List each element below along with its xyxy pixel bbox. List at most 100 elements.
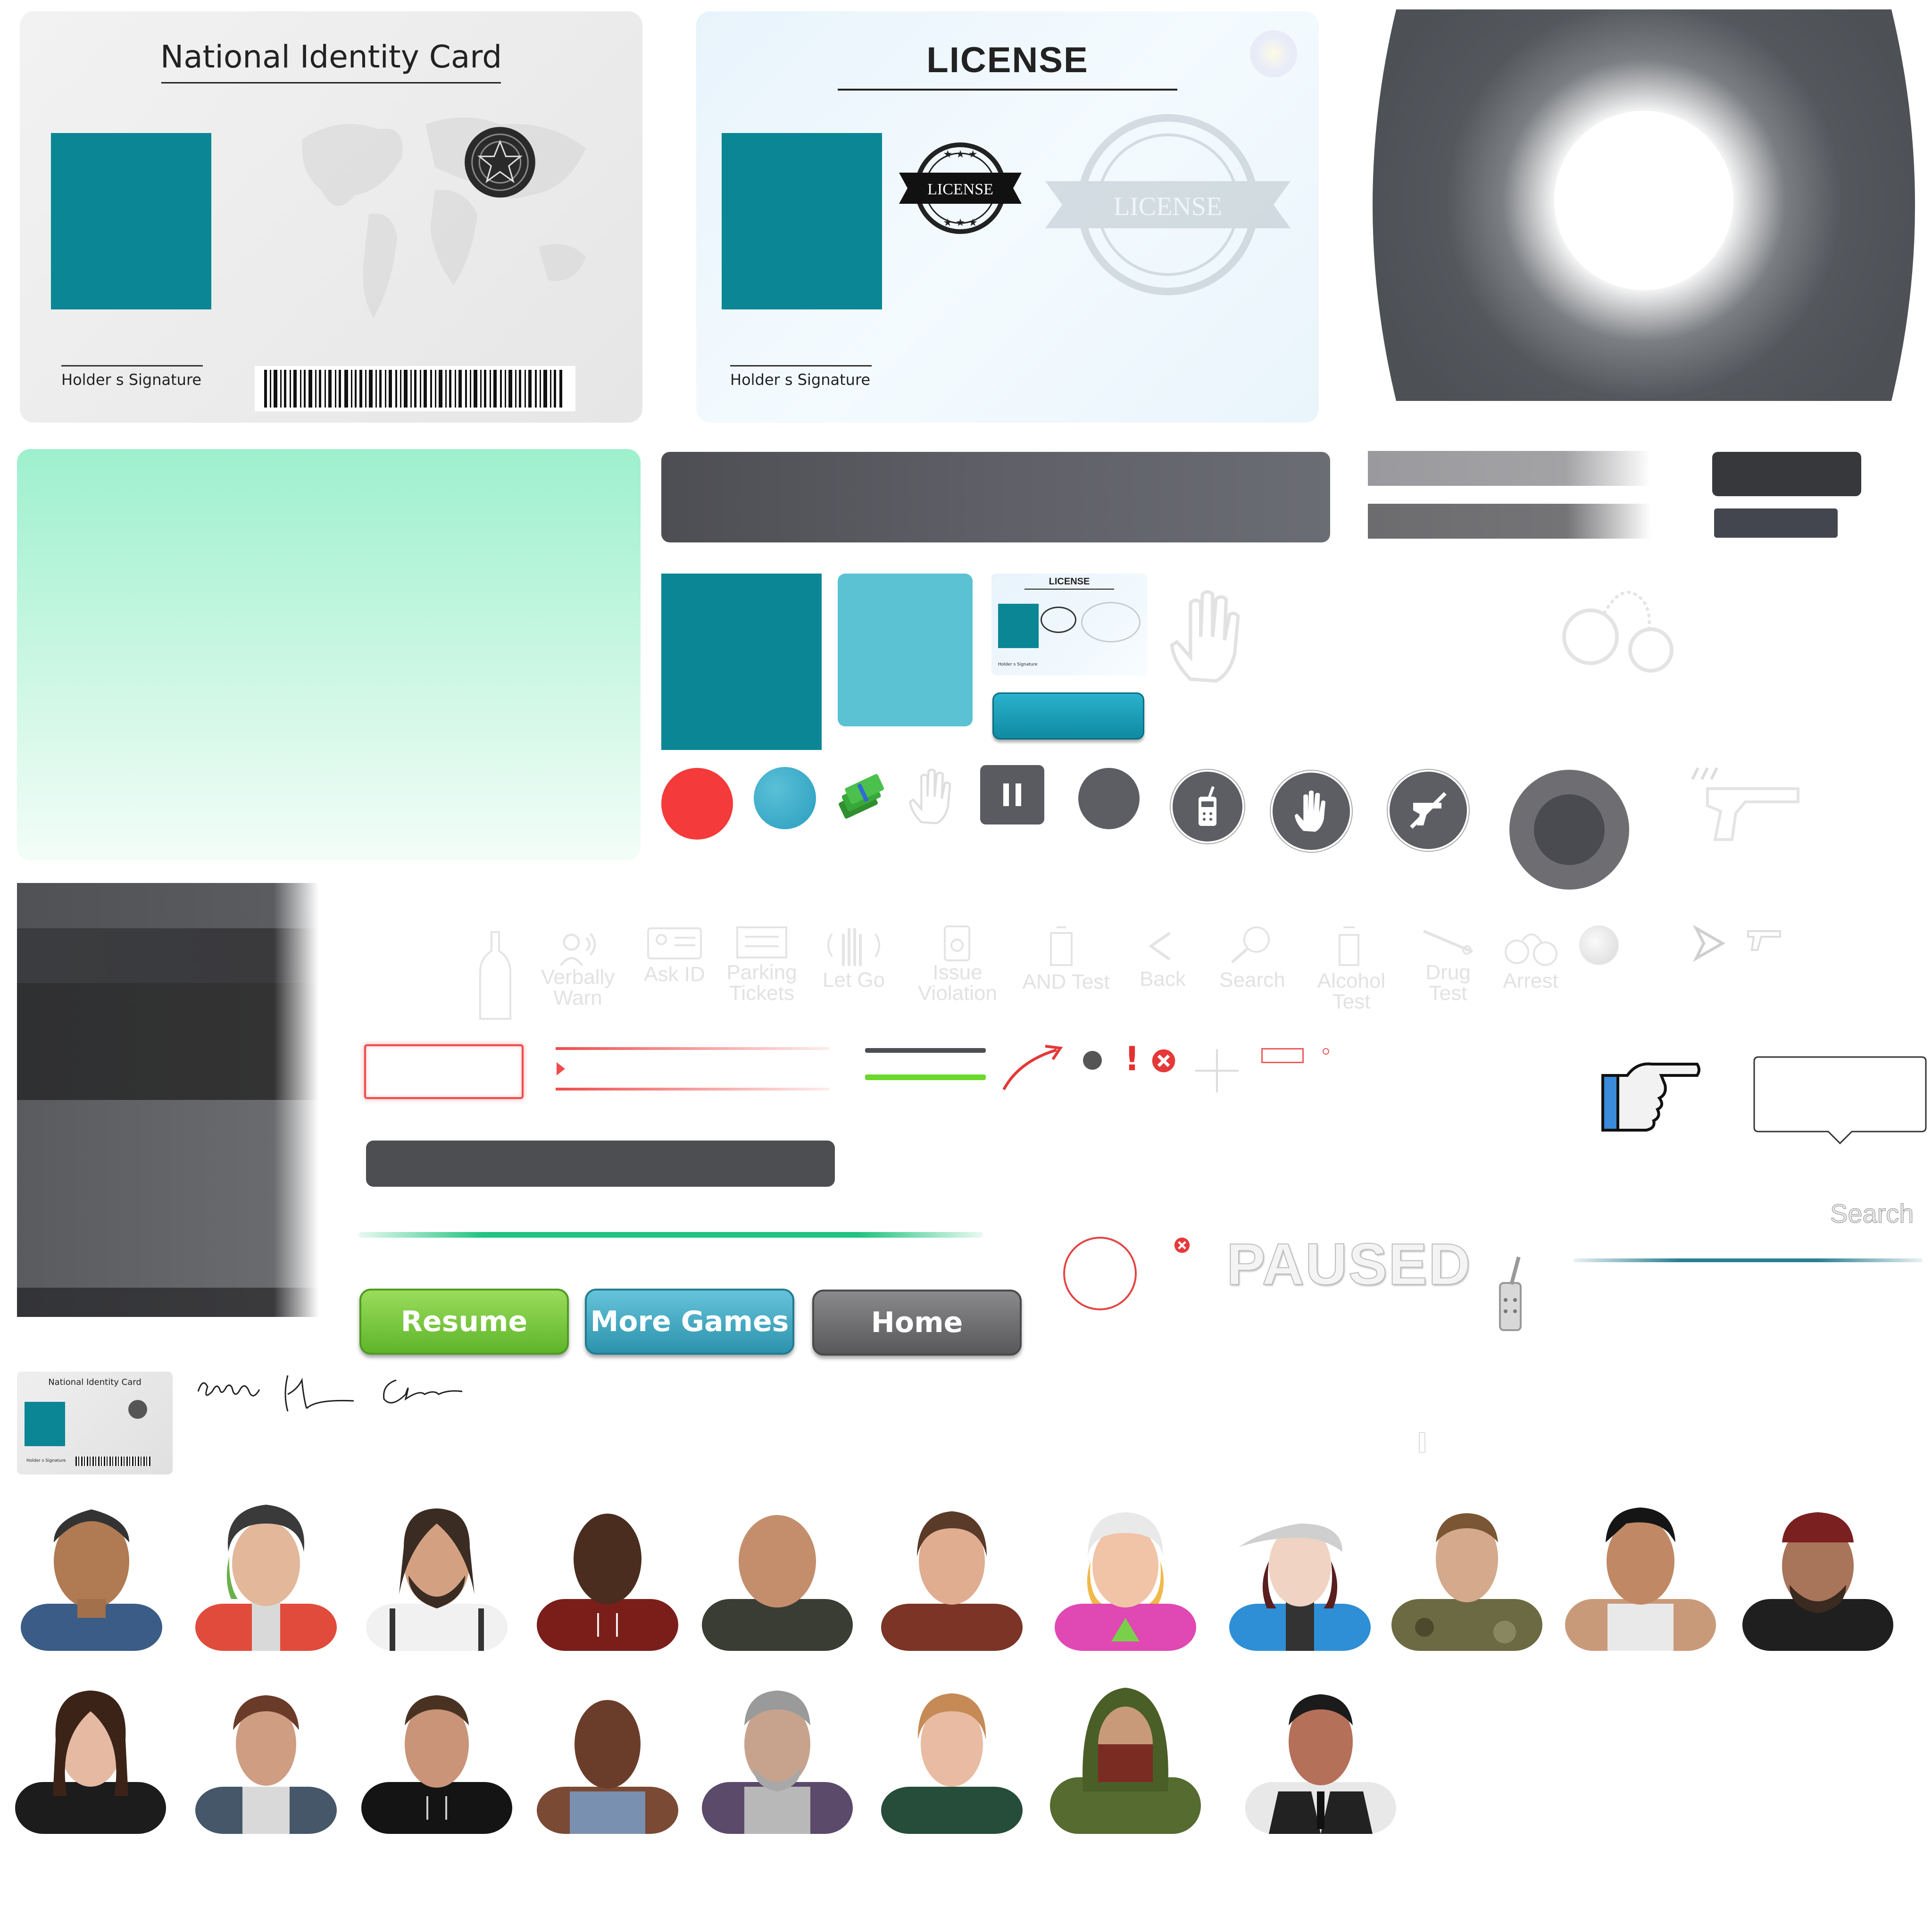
violation-icon [944, 925, 970, 961]
mini-id-photo [25, 1402, 65, 1446]
national-id-card: National Identity Card Holder s Signatur… [20, 11, 642, 423]
portrait-old-man[interactable] [697, 1674, 858, 1834]
close-red-icon[interactable] [1151, 1048, 1176, 1074]
pause-icon [1003, 783, 1021, 806]
portrait-man-black-hoodie[interactable] [357, 1674, 517, 1834]
mini-watermark-icon [1081, 602, 1141, 642]
portrait-woman-short-hair[interactable] [186, 1674, 346, 1834]
verbally-warn-label: Verbally Warn [541, 966, 615, 1009]
issue-violation-label: Issue Violation [918, 961, 997, 1005]
license-photo-placeholder [722, 133, 882, 309]
portrait-man-tank-top[interactable] [1560, 1491, 1721, 1651]
and-test-icon [1050, 926, 1073, 966]
no-gun-button[interactable] [1388, 770, 1469, 851]
parking-tickets-label: Parking Tickets [726, 961, 797, 1005]
light-teal-square [838, 574, 973, 726]
paused-text: PAUSED [1226, 1232, 1472, 1298]
back-label: Back [1140, 967, 1186, 991]
crosshair-icon [1195, 1049, 1239, 1092]
pause-button[interactable] [980, 765, 1044, 824]
handcuffs-outline-icon [1562, 591, 1674, 673]
portrait-bearded-man[interactable] [357, 1491, 517, 1651]
gray-gradient-bar-bottom [1368, 504, 1651, 539]
teal-button[interactable] [992, 692, 1144, 740]
portrait-girl-white-cap[interactable] [1045, 1491, 1206, 1651]
back-icon [1148, 932, 1171, 961]
cash-money-icon [839, 774, 884, 819]
id-card-icon [647, 927, 702, 959]
gray-circle-button[interactable] [1078, 768, 1140, 829]
let-go-label: Let Go [822, 968, 885, 991]
portrait-young-man[interactable] [11, 1491, 172, 1651]
license-card: LICENSE LICENSE ★ ★ ★ ★ ★ ★ LICENSE Hold… [696, 11, 1319, 423]
hand-stop-icon [1295, 790, 1325, 832]
portrait-hooded-masked-man[interactable] [1045, 1674, 1206, 1834]
home-button[interactable]: Home [812, 1290, 1022, 1356]
dark-button-bg [1712, 452, 1861, 496]
portrait-woman-green-top[interactable] [872, 1674, 1032, 1834]
radio-button[interactable] [1171, 770, 1244, 843]
drug-test-label: Drug Test [1425, 961, 1471, 1005]
mini-id-title: National Identity Card [48, 1377, 142, 1387]
resume-label: Resume [400, 1305, 528, 1338]
mini-underline [1024, 589, 1114, 590]
portrait-woman-leather-jacket[interactable] [10, 1674, 171, 1834]
portrait-bald-man[interactable] [697, 1491, 858, 1651]
drug-test-icon [1423, 930, 1474, 955]
walkie-talkie-small-icon [1499, 1256, 1522, 1331]
mini-license-photo [998, 604, 1039, 648]
more-games-label: More Games [590, 1305, 789, 1338]
green-line [865, 1074, 986, 1080]
portrait-woman-beanie[interactable] [186, 1491, 346, 1651]
tiny-red-dot [1323, 1048, 1329, 1055]
more-games-button[interactable]: More Games [585, 1289, 794, 1355]
alcohol-test-icon [1339, 926, 1359, 966]
walkie-talkie-icon [1199, 786, 1216, 826]
world-map-icon [302, 117, 586, 318]
gray-dot [1083, 1051, 1102, 1070]
speech-bubble-frame [1753, 1056, 1927, 1145]
portrait-woman-cap-blue-jacket[interactable] [1220, 1491, 1380, 1651]
red-marker-icon [557, 1062, 565, 1075]
joystick-base[interactable] [1509, 770, 1629, 890]
portrait-man-red-hoodie[interactable] [527, 1491, 688, 1651]
ticket-icon [736, 926, 787, 958]
small-close-red-icon[interactable] [1174, 1237, 1191, 1254]
portrait-man-bandana[interactable] [1738, 1491, 1898, 1651]
portrait-woman-brown-top[interactable] [872, 1491, 1032, 1651]
joystick-knob[interactable] [1534, 794, 1605, 865]
mini-signature-label: Holder s Signature [998, 662, 1038, 667]
search-underline [1574, 1258, 1923, 1262]
and-test-label: AND Test [1022, 970, 1110, 993]
portrait-woman-blue-tank[interactable] [527, 1674, 688, 1834]
home-label: Home [871, 1306, 963, 1339]
arrest-label: Arrest [1503, 969, 1558, 992]
dark-input-bar[interactable] [366, 1141, 835, 1187]
pointing-hand-icon [1601, 1062, 1700, 1132]
mini-stamp-icon [1041, 607, 1076, 633]
red-circle-button[interactable] [661, 768, 733, 840]
signature-2-icon [284, 1375, 354, 1412]
green-progress-line [358, 1232, 983, 1238]
signature-label: Holder s Signature [61, 371, 202, 389]
signature-1-icon [197, 1382, 260, 1397]
svg-text:★ ★ ★: ★ ★ ★ [943, 217, 977, 229]
stop-hand-button[interactable] [1271, 771, 1352, 852]
mini-id-card: National Identity Card Holder s Signatur… [17, 1372, 173, 1474]
portrait-man-camo-jacket[interactable] [1387, 1491, 1547, 1651]
hologram-seal-icon [465, 127, 535, 198]
mini-license-card: LICENSE Holder s Signature [991, 574, 1147, 675]
red-circle-outline [1063, 1237, 1137, 1310]
let-go-hand-icon [827, 928, 880, 966]
search-action-label: Search [1219, 968, 1285, 991]
portrait-man-suit-vest[interactable] [1241, 1674, 1401, 1834]
chevron-right-icon [1692, 924, 1726, 962]
mint-panel [17, 449, 641, 860]
barcode-icon [255, 366, 575, 411]
dark-bar-large [661, 452, 1330, 542]
mini-barcode-icon [75, 1457, 151, 1466]
alcohol-test-label: Alcohol Test [1317, 969, 1386, 1013]
resume-button[interactable]: Resume [359, 1289, 569, 1355]
speak-icon [560, 933, 596, 966]
teal-circle-button[interactable] [754, 767, 816, 829]
